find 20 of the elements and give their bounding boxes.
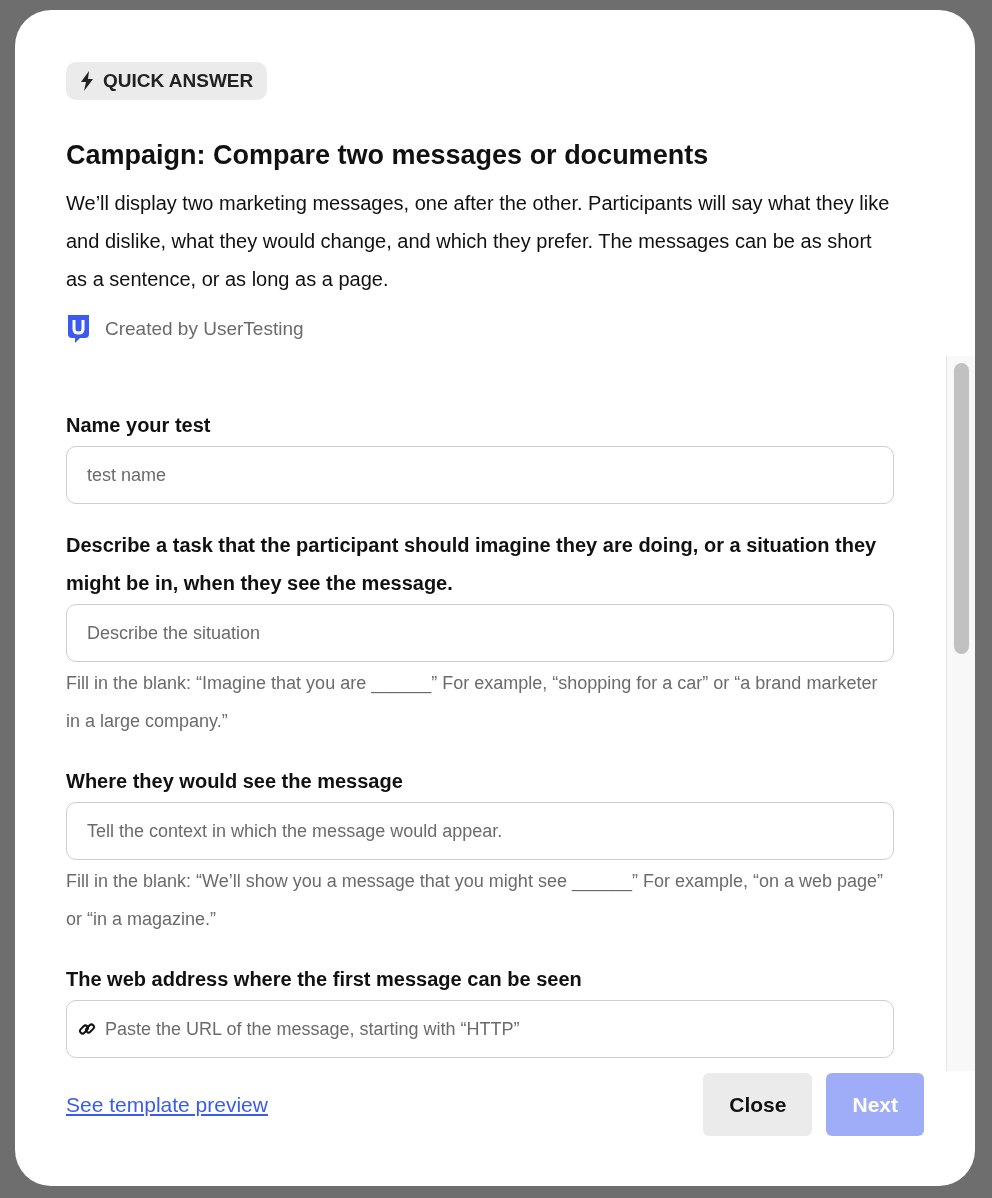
input-field[interactable]: Describe the situation bbox=[66, 604, 894, 662]
field-label: Name your test bbox=[66, 413, 212, 438]
field-hint: Fill in the blank: “We’ll show you a message that you might see ______” For example, “on a web page” or “in a magazine.” bbox=[66, 870, 885, 931]
scrollbar-thumb[interactable] bbox=[953, 363, 969, 654]
field-label: Where they would see the message bbox=[66, 769, 404, 794]
close-button[interactable]: Close bbox=[703, 1073, 813, 1136]
lightning-icon bbox=[80, 71, 94, 91]
author-label: Created by UserTesting bbox=[105, 318, 304, 340]
template-title: Campaign: Compare two messages or documents bbox=[66, 139, 710, 172]
input-field[interactable]: Tell the context in which the message would appear. bbox=[66, 802, 894, 860]
input-field[interactable]: Paste the URL of the message, starting with “HTTP” bbox=[66, 1000, 894, 1058]
field-label: The web address where the first message can be seen bbox=[66, 967, 583, 992]
usertesting-logo-icon bbox=[66, 314, 91, 344]
badge-label: QUICK ANSWER bbox=[103, 70, 254, 92]
input-field[interactable]: test name bbox=[66, 446, 894, 504]
field-label: Describe a task that the participant should imagine they are doing, or a situation they might be in, when they see the message. bbox=[66, 533, 878, 596]
template-preview-link[interactable]: See template preview bbox=[66, 1092, 268, 1117]
field-hint: Fill in the blank: “Imagine that you are ______” For example, “shopping for a car” or “a brand marketer in a large company.” bbox=[66, 672, 879, 733]
scrollbar-track[interactable] bbox=[946, 356, 975, 1071]
template-description: We’ll display two marketing messages, one after the other. Participants will say what they like and dislike, what they would change, and which they prefer. The messages can be as short as a sentence, or as long as a page. bbox=[66, 191, 891, 292]
